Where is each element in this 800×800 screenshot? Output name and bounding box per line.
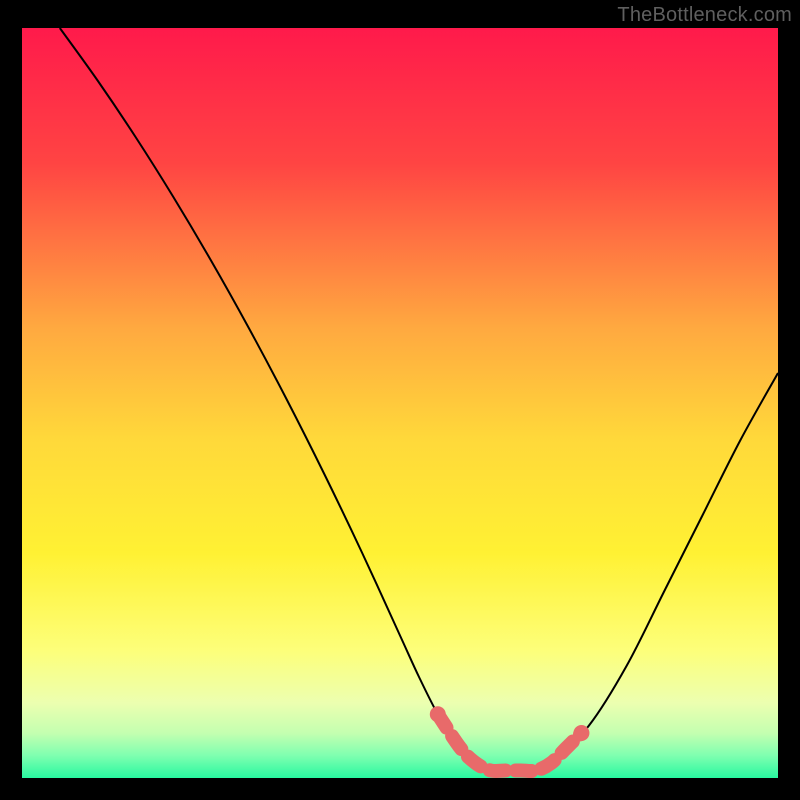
chart-svg [0, 0, 800, 800]
chart-stage: TheBottleneck.com [0, 0, 800, 800]
sweet-spot-dot [430, 706, 446, 722]
watermark-text: TheBottleneck.com [617, 4, 792, 27]
sweet-spot-dot [573, 725, 589, 741]
plot-area [22, 28, 778, 778]
